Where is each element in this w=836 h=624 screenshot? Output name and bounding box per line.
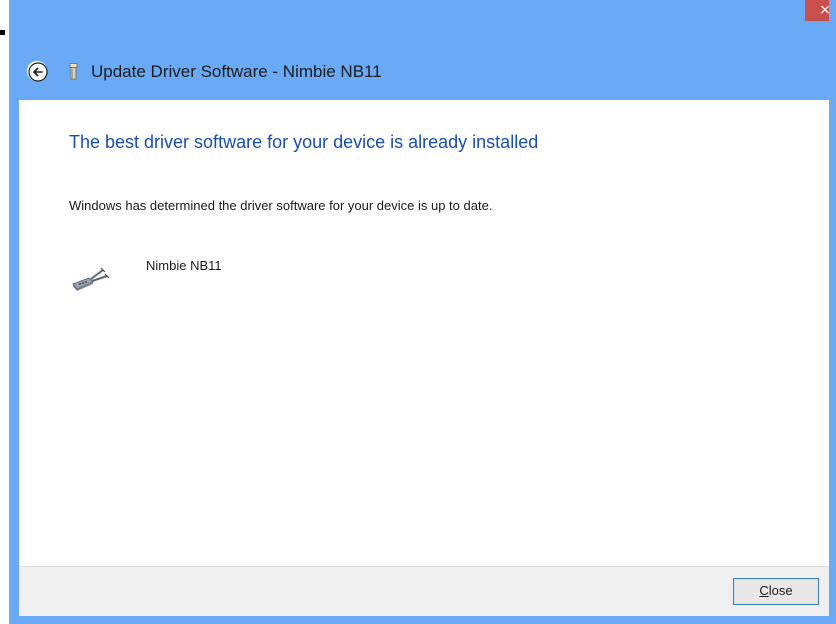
- back-button[interactable]: [27, 61, 48, 82]
- back-arrow-icon: [28, 62, 48, 82]
- frame-bottom: [9, 616, 836, 624]
- corner-mark: [0, 30, 5, 35]
- window-title: Update Driver Software - Nimbie NB11: [91, 62, 382, 81]
- close-button[interactable]: Close: [733, 578, 819, 605]
- button-bar: Close: [19, 566, 829, 616]
- frame-right: [829, 0, 836, 624]
- status-message: Windows has determined the driver softwa…: [69, 198, 493, 213]
- close-label: lose: [768, 583, 793, 598]
- device-name: Nimbie NB11: [146, 258, 222, 273]
- usb-device-icon: [69, 63, 78, 80]
- page-heading: The best driver software for your device…: [69, 132, 539, 152]
- close-accelerator: C: [759, 583, 769, 598]
- serial-port-device-icon: [72, 267, 110, 291]
- update-driver-window: × Update Driver Software - Nimbie NB11 T…: [0, 0, 836, 624]
- desktop-edge: [0, 0, 9, 624]
- wizard-content: The best driver software for your device…: [19, 100, 829, 566]
- frame-left: [9, 8, 19, 624]
- title-bar: × Update Driver Software - Nimbie NB11: [9, 0, 836, 100]
